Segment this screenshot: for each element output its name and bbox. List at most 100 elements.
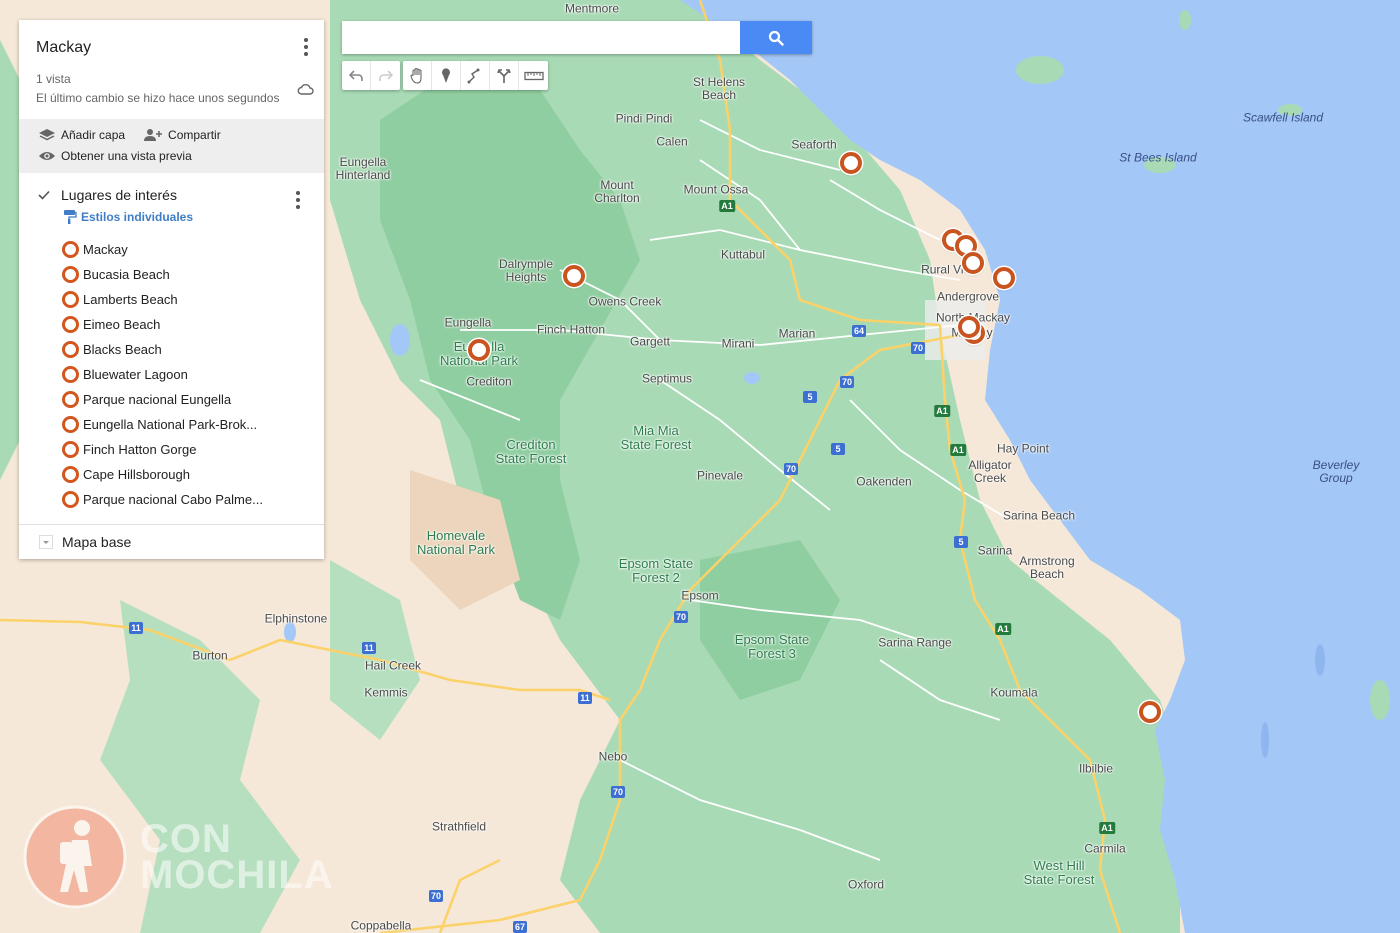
poi-label: Parque nacional Eungella bbox=[83, 392, 232, 407]
layer-header: Lugares de interés bbox=[36, 187, 307, 203]
map-title[interactable]: Mackay bbox=[36, 39, 307, 57]
individual-styles-link[interactable]: Estilos individuales bbox=[63, 209, 307, 225]
place-label: Hail Creek bbox=[364, 658, 422, 673]
poi-marker-icon bbox=[62, 491, 79, 508]
place-label: Mirani bbox=[721, 336, 755, 351]
base-map-section[interactable]: Mapa base bbox=[19, 525, 324, 559]
route-shield: 70 bbox=[428, 890, 444, 902]
place-label: Elphinstone bbox=[264, 611, 328, 626]
map-side-panel: Mackay 1 vista El último cambio se hizo … bbox=[19, 20, 324, 559]
map-marker[interactable] bbox=[993, 267, 1015, 289]
map-marker[interactable] bbox=[1139, 701, 1161, 723]
route-shield: 70 bbox=[839, 376, 855, 388]
place-label: Ilbilbie bbox=[1078, 761, 1114, 776]
place-label: Dalrymple Heights bbox=[498, 257, 554, 284]
route-shield: 5 bbox=[831, 443, 845, 455]
poi-label: Cape Hillsborough bbox=[83, 467, 190, 482]
place-label: Pinevale bbox=[696, 468, 744, 483]
poi-list-item[interactable]: Bluewater Lagoon bbox=[62, 362, 307, 387]
poi-label: Eimeo Beach bbox=[83, 317, 161, 332]
watermark-text: CON MOCHILA bbox=[140, 817, 334, 897]
search-bar bbox=[342, 21, 812, 54]
poi-list-item[interactable]: Lamberts Beach bbox=[62, 287, 307, 312]
panel-actions: Añadir capa Compartir Obtener una vista … bbox=[19, 119, 324, 173]
poi-list-item[interactable]: Finch Hatton Gorge bbox=[62, 437, 307, 462]
island-label: Scawfell Island bbox=[1242, 110, 1324, 125]
poi-list-item[interactable]: Eungella National Park-Brok... bbox=[62, 412, 307, 437]
poi-label: Parque nacional Cabo Palme... bbox=[83, 492, 263, 507]
map-toolbar bbox=[342, 61, 548, 90]
route-shield: A1 bbox=[1099, 822, 1115, 834]
preview-button[interactable]: Obtener una vista previa bbox=[38, 149, 192, 163]
layer-visibility-checkbox[interactable] bbox=[36, 187, 52, 203]
place-label: Alligator Creek bbox=[968, 458, 1012, 485]
draw-line-icon bbox=[467, 68, 480, 83]
place-label: Finch Hatton bbox=[536, 322, 606, 337]
watermark: CON MOCHILA bbox=[22, 804, 334, 910]
park-label: West Hill State Forest bbox=[1023, 858, 1095, 887]
map-marker[interactable] bbox=[563, 265, 585, 287]
poi-list-item[interactable]: Eimeo Beach bbox=[62, 312, 307, 337]
poi-marker-icon bbox=[62, 441, 79, 458]
park-label: Homevale National Park bbox=[416, 528, 496, 557]
undo-button[interactable] bbox=[342, 61, 371, 90]
checkmark-icon bbox=[38, 190, 50, 200]
poi-label: Blacks Beach bbox=[83, 342, 162, 357]
layer-title[interactable]: Lugares de interés bbox=[61, 187, 177, 203]
search-button[interactable] bbox=[740, 21, 812, 54]
poi-marker-icon bbox=[62, 466, 79, 483]
undo-icon bbox=[349, 69, 363, 81]
park-label: Crediton State Forest bbox=[495, 437, 567, 466]
chevron-down-icon bbox=[39, 535, 53, 549]
add-layer-button[interactable]: Añadir capa bbox=[38, 128, 125, 142]
poi-label: Mackay bbox=[83, 242, 128, 257]
poi-list-item[interactable]: Blacks Beach bbox=[62, 337, 307, 362]
map-marker[interactable] bbox=[468, 339, 490, 361]
poi-label: Bucasia Beach bbox=[83, 267, 170, 282]
island-label: Beverley Group bbox=[1312, 458, 1360, 485]
place-label: Epsom bbox=[681, 588, 719, 603]
layer-section: Lugares de interés Estilos individuales … bbox=[19, 173, 324, 525]
directions-button[interactable] bbox=[490, 61, 519, 90]
base-map-label: Mapa base bbox=[62, 534, 132, 550]
draw-line-button[interactable] bbox=[461, 61, 490, 90]
place-label: Eungella bbox=[444, 315, 492, 330]
search-input[interactable] bbox=[342, 21, 740, 54]
place-label: Strathfield bbox=[431, 819, 487, 834]
island bbox=[1315, 644, 1325, 676]
add-marker-button[interactable] bbox=[432, 61, 461, 90]
map-view-count: 1 vista bbox=[36, 72, 71, 86]
route-shield: A1 bbox=[950, 444, 966, 456]
place-label: St Helens Beach bbox=[692, 75, 746, 102]
route-shield: A1 bbox=[995, 623, 1011, 635]
place-label: Andergrove bbox=[936, 289, 1000, 304]
map-marker[interactable] bbox=[958, 316, 980, 338]
measure-button[interactable] bbox=[519, 61, 548, 90]
map-marker[interactable] bbox=[840, 152, 862, 174]
layer-options-icon[interactable] bbox=[292, 191, 304, 209]
share-button[interactable]: Compartir bbox=[143, 128, 221, 142]
poi-list-item[interactable]: Cape Hillsborough bbox=[62, 462, 307, 487]
map-marker[interactable] bbox=[962, 252, 984, 274]
park-label: Epsom State Forest 2 bbox=[618, 556, 694, 585]
route-shield: 67 bbox=[512, 921, 528, 933]
redo-button[interactable] bbox=[371, 61, 400, 90]
marker-icon bbox=[442, 67, 450, 83]
more-options-icon[interactable] bbox=[300, 38, 312, 56]
place-label: Pindi Pindi bbox=[615, 111, 673, 126]
poi-list-item[interactable]: Parque nacional Cabo Palme... bbox=[62, 487, 307, 512]
poi-list-item[interactable]: Parque nacional Eungella bbox=[62, 387, 307, 412]
place-label: Hay Point bbox=[996, 441, 1050, 456]
place-label: Burton bbox=[192, 648, 228, 663]
add-layer-label: Añadir capa bbox=[61, 128, 126, 142]
poi-list-item[interactable]: Bucasia Beach bbox=[62, 262, 307, 287]
place-label: Crediton bbox=[466, 374, 512, 389]
eye-icon bbox=[39, 152, 55, 160]
route-shield: 11 bbox=[129, 622, 143, 634]
island bbox=[1261, 722, 1269, 758]
route-shield: 70 bbox=[910, 342, 926, 354]
poi-marker-icon bbox=[62, 316, 79, 333]
poi-list-item[interactable]: Mackay bbox=[62, 237, 307, 262]
hand-tool-button[interactable] bbox=[403, 61, 432, 90]
place-label: Marian bbox=[778, 326, 816, 341]
